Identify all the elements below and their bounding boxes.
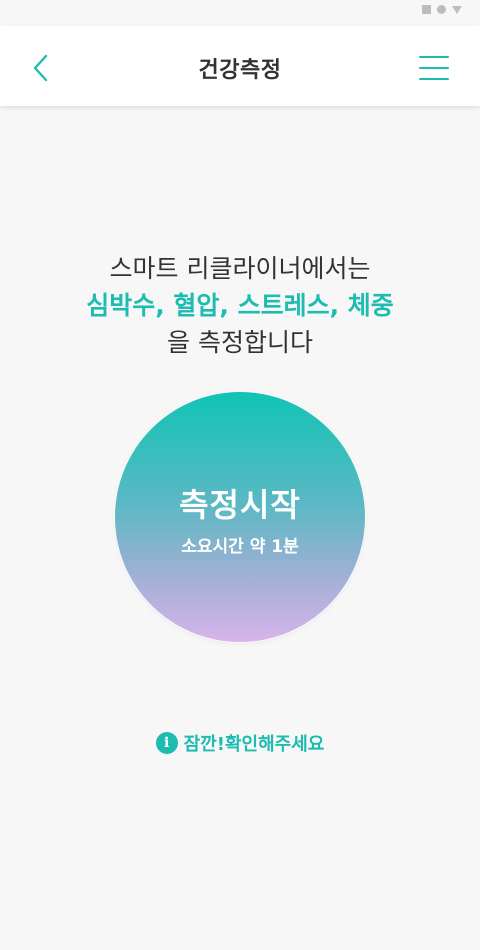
- square-icon: [422, 5, 431, 14]
- duration-label: 소요시간 약 1분: [181, 537, 299, 557]
- status-icons: [422, 5, 462, 14]
- intro-text: 스마트 리클라이너에서는 심박수, 혈압, 스트레스, 체중 을 측정합니다: [0, 250, 480, 361]
- menu-button[interactable]: [414, 48, 454, 88]
- app-header: 건강측정: [0, 26, 480, 106]
- triangle-icon: [452, 5, 462, 14]
- info-icon: i: [155, 732, 178, 754]
- start-measurement-label: 측정시작: [179, 486, 301, 524]
- hamburger-menu-icon: [419, 56, 449, 80]
- notice-text: 잠깐!확인해주세요: [183, 734, 325, 755]
- status-bar: [0, 0, 480, 24]
- circle-icon: [437, 5, 446, 14]
- notice-link[interactable]: i 잠깐!확인해주세요: [0, 730, 480, 756]
- intro-line-1: 스마트 리클라이너에서는: [109, 254, 371, 283]
- intro-line-3: 을 측정합니다: [167, 328, 313, 357]
- start-measurement-button[interactable]: 측정시작 소요시간 약 1분: [115, 392, 365, 642]
- page-title: 건강측정: [198, 58, 282, 83]
- intro-line-measurements: 심박수, 혈압, 스트레스, 체중: [86, 291, 394, 320]
